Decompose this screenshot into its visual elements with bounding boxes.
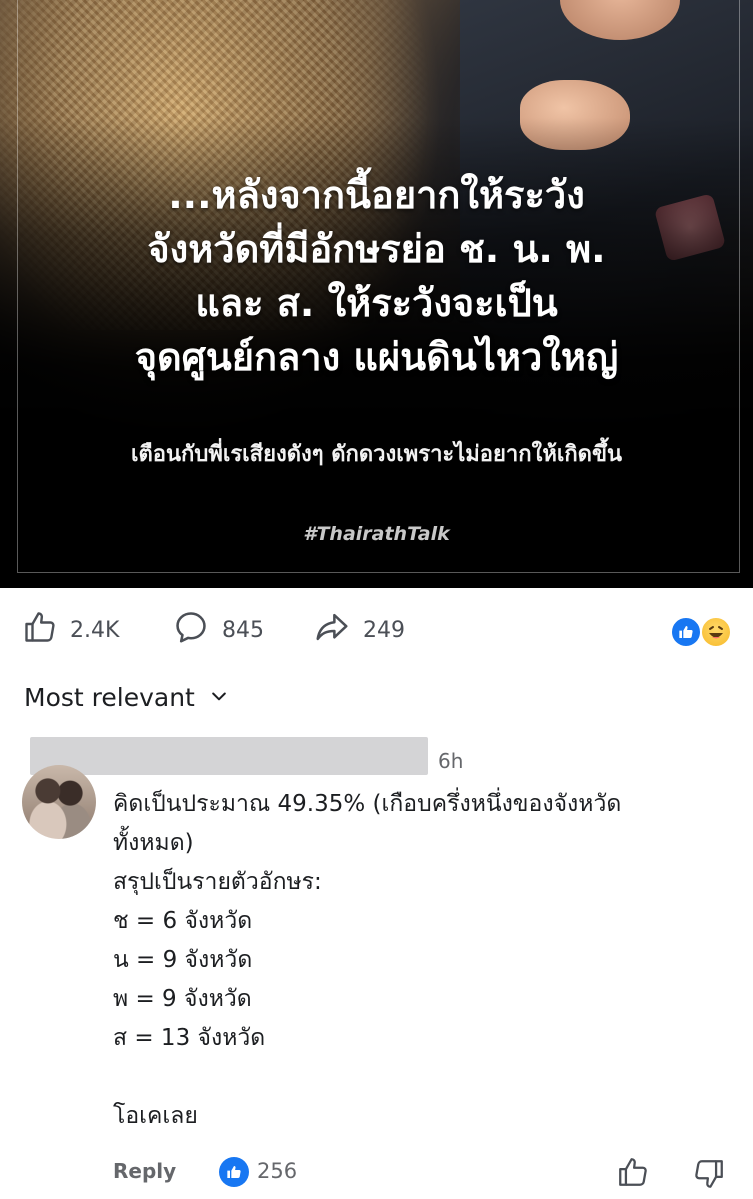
downvote-icon[interactable]	[692, 1157, 726, 1195]
comment-line	[113, 1058, 733, 1097]
comment-line: ทั้งหมด)	[113, 830, 194, 856]
share-arrow-icon	[313, 608, 363, 652]
like-reaction-icon[interactable]	[219, 1157, 249, 1187]
reaction-summary[interactable]	[670, 614, 732, 648]
avatar[interactable]	[22, 765, 96, 839]
thumbs-up-icon	[22, 609, 70, 651]
image-subline: เตือนกับพี่เรเสียงดังๆ ดักดวงเพราะไม่อยา…	[130, 442, 623, 467]
comment-timestamp: 6h	[438, 749, 464, 773]
like-count: 2.4K	[70, 617, 120, 643]
image-hashtag: #ThairathTalk	[303, 523, 450, 545]
comment: 6h คิดเป็นประมาณ 49.35% (เกือบครึ่งหนึ่ง…	[0, 735, 753, 1199]
post-action-bar: 2.4K 845 249	[0, 600, 753, 660]
share-count: 249	[363, 617, 405, 643]
comment-footer: Reply 256	[0, 1153, 753, 1193]
comment-reaction-count: 256	[257, 1159, 298, 1183]
upvote-icon[interactable]	[616, 1155, 650, 1193]
comment-line: น = 9 จังหวัด	[113, 947, 253, 973]
headline-line: และ ส. ให้ระวังจะเป็น	[195, 281, 558, 325]
comment-text: คิดเป็นประมาณ 49.35% (เกือบครึ่งหนึ่งของ…	[113, 785, 733, 1136]
comment-count: 845	[222, 617, 264, 643]
comment-line: คิดเป็นประมาณ 49.35% (เกือบครึ่งหนึ่งของ…	[113, 791, 622, 817]
comment-sort-dropdown[interactable]: Most relevant	[24, 680, 229, 714]
comment-bubble-icon	[172, 608, 222, 652]
headline-line: ...หลังจากนี้อยากให้ระวัง	[168, 173, 585, 217]
comment-line: ส = 13 จังหวัด	[113, 1025, 266, 1051]
redacted-commenter-name	[30, 737, 428, 775]
headline-line: จังหวัดที่มีอักษรย่อ ช. น. พ.	[147, 227, 606, 271]
comment-line: พ = 9 จังหวัด	[113, 986, 252, 1012]
headline-line: จุดศูนย์กลาง แผ่นดินไหวใหญ่	[134, 335, 619, 379]
chevron-down-icon	[195, 683, 229, 712]
like-button[interactable]: 2.4K	[22, 610, 119, 650]
share-button[interactable]: 249	[313, 610, 405, 650]
post-image[interactable]: ...หลังจากนี้อยากให้ระวัง จังหวัดที่มีอั…	[0, 0, 753, 588]
like-icon	[670, 616, 702, 648]
image-headline: ...หลังจากนี้อยากให้ระวัง จังหวัดที่มีอั…	[0, 168, 753, 384]
reply-button[interactable]: Reply	[113, 1159, 176, 1183]
comment-line: โอเคเลย	[113, 1103, 198, 1129]
haha-icon	[700, 616, 732, 648]
comment-button[interactable]: 845	[172, 610, 264, 650]
comment-line: ช = 6 จังหวัด	[113, 908, 253, 934]
comment-line: สรุปเป็นรายตัวอักษร:	[113, 869, 322, 895]
sort-label: Most relevant	[24, 682, 195, 712]
